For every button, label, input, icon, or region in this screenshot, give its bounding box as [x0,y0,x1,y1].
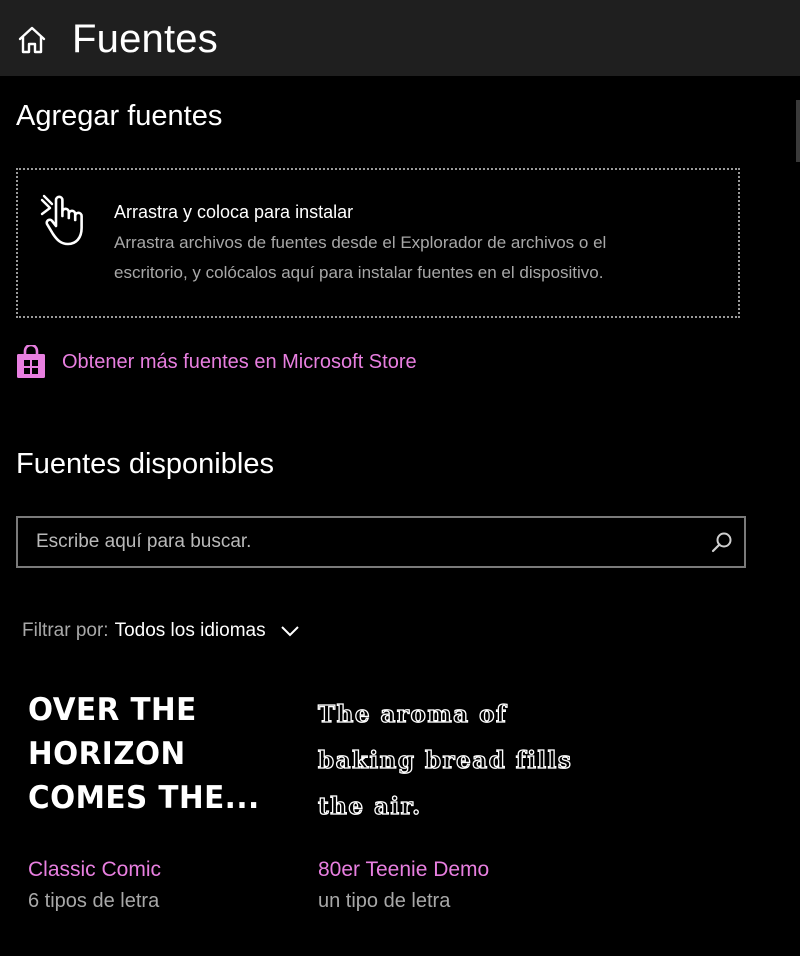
store-bag-icon [17,345,45,378]
font-face-count: un tipo de letra [318,890,451,912]
microsoft-store-link-label: Obtener más fuentes en Microsoft Store [62,351,417,373]
font-preview: The aroma of baking bread fills the air. [317,700,573,820]
font-card-80er-teenie-demo[interactable]: The aroma of baking bread fills the air.… [317,684,578,924]
drop-zone-description-line-1: Arrastra archivos de fuentes desde el Ex… [114,233,607,252]
drop-zone-description: Arrastra archivos de fuentes desde el Ex… [114,228,734,288]
page-title: Fuentes [72,17,218,61]
drop-zone-description-line-2: escritorio, y colócalos aquí para instal… [114,263,604,282]
add-fonts-heading: Agregar fuentes [16,100,223,132]
search-icon[interactable] [710,530,734,554]
font-card-classic-comic[interactable]: OVER THE HORIZON COMES THE... Classic Co… [28,684,288,924]
drop-zone-title: Arrastra y coloca para instalar [114,202,354,222]
font-preview: OVER THE HORIZON COMES THE... [28,692,260,816]
language-filter[interactable]: Filtrar por: Todos los idiomas [22,616,300,646]
scrollbar[interactable] [796,100,800,162]
home-button[interactable] [14,22,50,58]
font-name: 80er Teenie Demo [318,858,490,881]
hand-pointer-icon [40,194,83,246]
font-drop-zone[interactable]: Arrastra y coloca para instalar Arrastra… [16,168,740,318]
available-fonts-heading: Fuentes disponibles [16,448,274,480]
font-face-count: 6 tipos de letra [28,890,160,912]
microsoft-store-link[interactable]: Obtener más fuentes en Microsoft Store [14,344,417,380]
font-name: Classic Comic [28,858,162,881]
font-search-box[interactable] [16,516,746,568]
filter-label: Filtrar por: [22,620,109,641]
search-input[interactable] [18,518,698,566]
home-icon [18,26,46,54]
chevron-down-icon[interactable] [280,624,300,638]
title-bar: Fuentes [0,0,800,76]
filter-dropdown-value[interactable]: Todos los idiomas [115,620,266,642]
